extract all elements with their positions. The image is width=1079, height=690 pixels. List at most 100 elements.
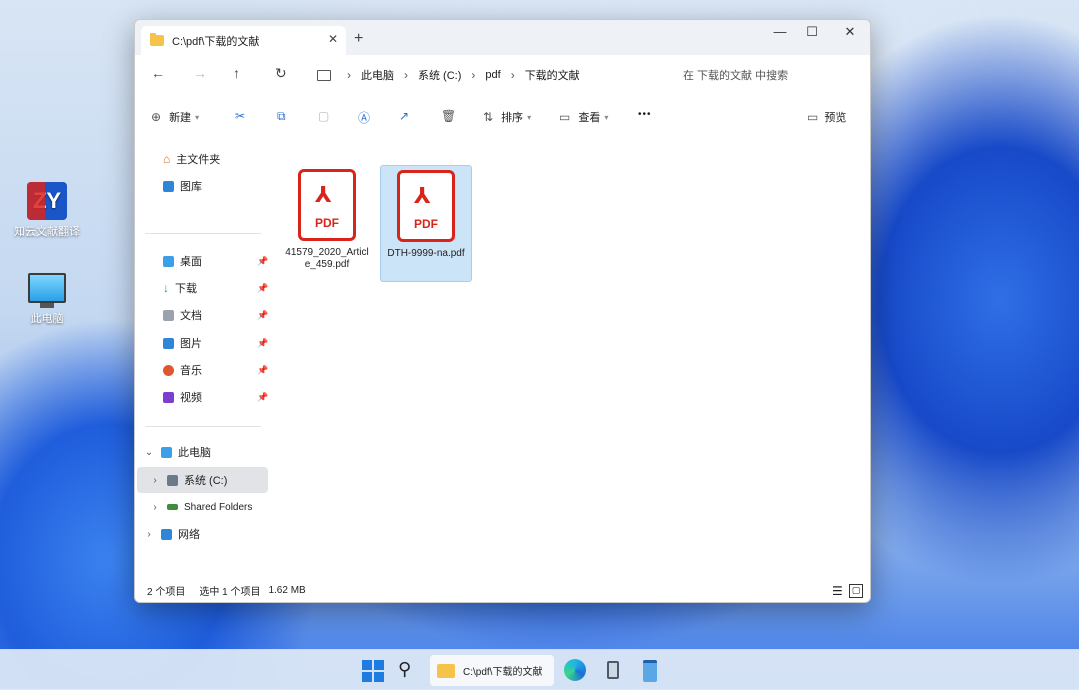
navigation-pane: ⌂ 主文件夹 图库 桌面 📌 ↓ 下载 📌 文档 📌 图片 📌 音乐 📌 视频 … <box>135 139 270 579</box>
rename-button[interactable]: Ⓐ <box>358 109 370 126</box>
copy-button[interactable]: ⧉ <box>277 109 286 124</box>
close-button[interactable]: ✕ <box>835 24 865 40</box>
start-icon[interactable] <box>361 659 384 682</box>
sidebar-item-downloads[interactable]: ↓ 下载 📌 <box>163 277 273 299</box>
edge-browser-icon[interactable] <box>564 659 586 681</box>
tab-current-folder[interactable]: C:\pdf\下载的文献 ✕ <box>141 26 346 55</box>
document-icon <box>163 309 174 321</box>
breadcrumb: › 此电脑 › 系统 (C:) › pdf › 下载的文献 <box>309 60 669 90</box>
recycle-bin-icon[interactable] <box>602 659 624 681</box>
desktop-icon <box>163 255 174 267</box>
sidebar-item-network[interactable]: › 网络 <box>143 523 200 545</box>
cut-button[interactable]: ✂ <box>235 109 245 123</box>
rename-icon: Ⓐ <box>358 111 371 125</box>
sidebar-item-shared-folders[interactable]: › Shared Folders <box>149 496 252 518</box>
taskbar: ⚲ C:\pdf\下载的文献 <box>0 649 1079 690</box>
drive-icon <box>167 474 178 486</box>
breadcrumb-downloaded-papers[interactable]: 下载的文献 <box>525 67 580 83</box>
pin-icon[interactable]: 📌 <box>257 283 268 294</box>
tab-close-icon[interactable]: ✕ <box>328 32 338 46</box>
refresh-button[interactable]: ↻ <box>275 65 287 82</box>
pin-icon[interactable]: 📌 <box>257 338 268 349</box>
divider <box>145 426 261 427</box>
chevron-right-icon: › <box>510 68 515 82</box>
details-view-icon[interactable]: ☰ <box>832 584 843 598</box>
sidebar-item-gallery[interactable]: 图库 <box>163 175 202 197</box>
more-options-button[interactable]: ••• <box>638 109 652 120</box>
scissors-icon: ✂ <box>235 109 246 123</box>
delete-button[interactable]: 🗑 <box>441 109 456 123</box>
file-item[interactable]: ⅄ PDF 41579_2020_Article_459.pdf <box>282 165 372 280</box>
pin-icon[interactable]: 📌 <box>257 365 268 376</box>
navigation-bar: ← → ↑ ↻ › 此电脑 › 系统 (C:) › pdf › 下载的文献 在 … <box>135 55 870 95</box>
file-list: ⅄ PDF 41579_2020_Article_459.pdf ⅄ PDF D… <box>270 139 870 579</box>
chevron-right-icon: › <box>153 474 157 486</box>
search-input[interactable]: 在 下载的文献 中搜索 <box>675 60 870 90</box>
sidebar-item-videos[interactable]: 视频 📌 <box>163 386 273 408</box>
sidebar-item-music[interactable]: 音乐 📌 <box>163 359 273 381</box>
sidebar-item-this-pc[interactable]: ⌄ 此电脑 <box>143 441 211 463</box>
desktop-icon-zhiyun[interactable]: ZY 知云文献翻译 <box>10 182 84 239</box>
chevron-right-icon: › <box>471 68 476 82</box>
up-button[interactable]: ↑ <box>233 65 240 81</box>
desktop-icon-label: 知云文献翻译 <box>14 226 80 238</box>
view-button[interactable]: ▭ 查看 ▾ <box>559 109 608 125</box>
minimize-button[interactable]: — <box>765 24 795 39</box>
maximize-button[interactable]: ☐ <box>797 24 827 40</box>
divider <box>145 233 261 234</box>
breadcrumb-drive-c[interactable]: 系统 (C:) <box>418 67 461 83</box>
search-placeholder: 在 下载的文献 中搜索 <box>683 70 789 82</box>
music-icon <box>163 364 174 376</box>
file-name: 41579_2020_Article_459.pdf <box>285 247 369 270</box>
tab-title: C:\pdf\下载的文献 <box>172 35 260 48</box>
chevron-right-icon: › <box>404 68 408 82</box>
sidebar-item-drive-c[interactable]: › 系统 (C:) <box>137 467 268 493</box>
notepad-icon[interactable] <box>639 659 661 682</box>
pin-icon[interactable]: 📌 <box>257 256 268 267</box>
sidebar-item-desktop[interactable]: 桌面 📌 <box>163 250 273 272</box>
chevron-down-icon: ▾ <box>604 112 609 122</box>
sidebar-item-pictures[interactable]: 图片 📌 <box>163 332 273 354</box>
pdf-file-icon: ⅄ PDF <box>298 169 356 241</box>
file-explorer-window: C:\pdf\下载的文献 ✕ + — ☐ ✕ ← → ↑ ↻ › 此电脑 › 系… <box>134 19 871 603</box>
copy-icon: ⧉ <box>277 109 286 123</box>
back-button[interactable]: ← <box>151 65 165 81</box>
breadcrumb-this-pc[interactable]: 此电脑 <box>361 67 394 83</box>
desktop-icon-this-pc[interactable]: 此电脑 <box>10 273 84 326</box>
status-bar: 2 个项目 选中 1 个项目 1.62 MB ☰ ▢ <box>135 579 870 602</box>
pdf-file-icon: ⅄ PDF <box>397 170 455 242</box>
network-icon <box>161 528 172 540</box>
title-bar: C:\pdf\下载的文献 ✕ + — ☐ ✕ <box>135 20 870 55</box>
new-tab-button[interactable]: + <box>354 30 363 48</box>
sort-button[interactable]: ⇅ 排序 ▾ <box>483 109 531 125</box>
new-button[interactable]: ⊕ 新建 ▾ <box>151 109 199 125</box>
chevron-down-icon: ⌄ <box>144 446 154 458</box>
network-drive-icon <box>167 504 178 510</box>
preview-pane-icon: ▭ <box>807 110 819 124</box>
search-icon[interactable]: ⚲ <box>398 659 420 681</box>
share-button[interactable]: ↗ <box>399 109 409 123</box>
preview-button[interactable]: ▭ 预览 <box>807 109 846 125</box>
pin-icon[interactable]: 📌 <box>257 310 268 321</box>
taskbar-app-file-explorer[interactable]: C:\pdf\下载的文献 <box>430 655 554 686</box>
breadcrumb-pdf[interactable]: pdf <box>485 69 500 81</box>
pin-icon[interactable]: 📌 <box>257 392 268 403</box>
sidebar-item-home[interactable]: ⌂ 主文件夹 <box>163 148 220 170</box>
forward-button[interactable]: → <box>193 65 207 81</box>
zhiyun-logo-icon: ZY <box>27 182 67 220</box>
trash-icon: 🗑 <box>441 109 457 123</box>
share-icon: ↗ <box>399 109 410 123</box>
chevron-down-icon: ▾ <box>527 112 532 122</box>
clipboard-icon: ▢ <box>318 109 330 123</box>
tiles-view-icon[interactable]: ▢ <box>849 583 863 598</box>
chevron-down-icon: ▾ <box>195 112 200 122</box>
chevron-right-icon: › <box>147 528 151 540</box>
paste-button[interactable]: ▢ <box>318 109 329 123</box>
sidebar-item-documents[interactable]: 文档 📌 <box>163 304 273 326</box>
desktop-icon-label: 此电脑 <box>30 313 64 325</box>
taskbar-app-label: C:\pdf\下载的文献 <box>463 667 543 678</box>
computer-icon <box>161 446 172 458</box>
file-item-selected[interactable]: ⅄ PDF DTH-9999-na.pdf <box>380 165 472 282</box>
view-icon: ▭ <box>559 110 571 124</box>
computer-icon <box>317 69 331 81</box>
